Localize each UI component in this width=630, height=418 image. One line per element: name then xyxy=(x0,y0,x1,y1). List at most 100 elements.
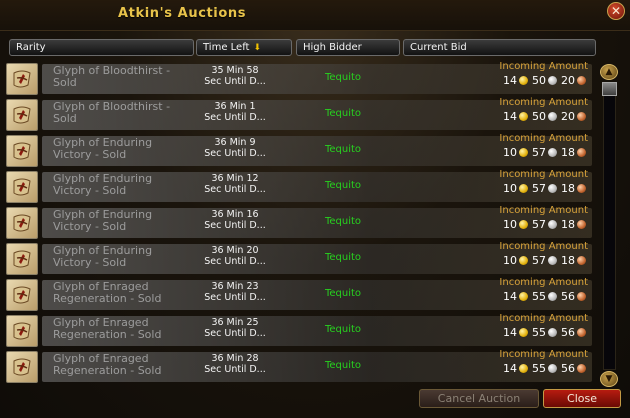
gold-coin-icon xyxy=(519,292,528,301)
glyph-scroll-icon[interactable] xyxy=(6,315,38,347)
scrollbar-thumb[interactable] xyxy=(602,82,617,96)
cancel-auction-button[interactable]: Cancel Auction xyxy=(419,389,539,408)
incoming-amount-label: Incoming Amount xyxy=(499,205,588,216)
high-bidder: Tequito xyxy=(324,144,362,155)
time-left: 36 Min 1 Sec Until D... xyxy=(204,101,266,123)
incoming-amount-label: Incoming Amount xyxy=(499,241,588,252)
item-name: Glyph of Enduring Victory - Sold xyxy=(53,172,153,197)
table-row[interactable]: Glyph of Enduring Victory - Sold 36 Min 9… xyxy=(0,133,630,168)
copper-coin-icon xyxy=(577,292,586,301)
high-bidder: Tequito xyxy=(324,180,362,191)
title-bar[interactable]: Atkin's Auctions ✕ xyxy=(0,0,630,31)
table-row[interactable]: Glyph of Bloodthirst - Sold 36 Min 1 Sec … xyxy=(0,97,630,132)
high-bidder: Tequito xyxy=(324,324,362,335)
silver-amount: 55 xyxy=(532,362,546,375)
scrollbar-track[interactable] xyxy=(603,82,616,370)
gold-amount: 10 xyxy=(503,218,517,231)
copper-amount: 20 xyxy=(561,110,575,123)
column-header-label: Time Left xyxy=(203,42,250,53)
copper-coin-icon xyxy=(577,256,586,265)
item-name: Glyph of Bloodthirst - Sold xyxy=(53,64,171,89)
time-left: 36 Min 28 Sec Until D... xyxy=(204,353,266,375)
silver-amount: 57 xyxy=(532,218,546,231)
column-header-time-left[interactable]: Time Left ⬇ xyxy=(196,39,292,56)
gold-coin-icon xyxy=(519,112,528,121)
gold-coin-icon xyxy=(519,328,528,337)
table-row[interactable]: Glyph of Enduring Victory - Sold 36 Min 1… xyxy=(0,205,630,240)
silver-amount: 50 xyxy=(532,110,546,123)
silver-coin-icon xyxy=(548,184,557,193)
gold-coin-icon xyxy=(519,148,528,157)
item-name: Glyph of Bloodthirst - Sold xyxy=(53,100,171,125)
silver-amount: 50 xyxy=(532,74,546,87)
scroll-down-icon[interactable]: ▼ xyxy=(600,371,618,387)
table-row[interactable]: Glyph of Enraged Regeneration - Sold 36 M… xyxy=(0,349,630,384)
silver-coin-icon xyxy=(548,328,557,337)
silver-coin-icon xyxy=(548,256,557,265)
time-left: 36 Min 23 Sec Until D... xyxy=(204,281,266,303)
table-row[interactable]: Glyph of Bloodthirst - Sold 35 Min 58 Sec… xyxy=(0,61,630,96)
incoming-amount-label: Incoming Amount xyxy=(499,349,588,360)
silver-coin-icon xyxy=(548,292,557,301)
gold-coin-icon xyxy=(519,256,528,265)
item-name: Glyph of Enraged Regeneration - Sold xyxy=(53,280,162,305)
column-header-label: High Bidder xyxy=(303,42,362,53)
current-bid: 14 50 20 xyxy=(470,74,590,88)
copper-amount: 56 xyxy=(561,326,575,339)
glyph-scroll-icon[interactable] xyxy=(6,243,38,275)
silver-coin-icon xyxy=(548,148,557,157)
gold-amount: 10 xyxy=(503,146,517,159)
incoming-amount-label: Incoming Amount xyxy=(499,313,588,324)
gold-amount: 14 xyxy=(503,290,517,303)
time-left: 36 Min 9 Sec Until D... xyxy=(204,137,266,159)
glyph-scroll-icon[interactable] xyxy=(6,63,38,95)
time-left: 36 Min 16 Sec Until D... xyxy=(204,209,266,231)
column-header-high-bidder[interactable]: High Bidder xyxy=(296,39,400,56)
column-header-rarity[interactable]: Rarity xyxy=(9,39,194,56)
table-row[interactable]: Glyph of Enduring Victory - Sold 36 Min 2… xyxy=(0,241,630,276)
high-bidder: Tequito xyxy=(324,288,362,299)
scrollbar[interactable]: ▲ ▼ xyxy=(598,64,622,388)
incoming-amount-label: Incoming Amount xyxy=(499,169,588,180)
glyph-scroll-icon[interactable] xyxy=(6,351,38,383)
table-row[interactable]: Glyph of Enduring Victory - Sold 36 Min 1… xyxy=(0,169,630,204)
silver-coin-icon xyxy=(548,112,557,121)
table-row[interactable]: Glyph of Enraged Regeneration - Sold 36 M… xyxy=(0,277,630,312)
high-bidder: Tequito xyxy=(324,252,362,263)
copper-amount: 18 xyxy=(561,182,575,195)
table-row[interactable]: Glyph of Enraged Regeneration - Sold 36 M… xyxy=(0,313,630,348)
current-bid: 10 57 18 xyxy=(470,218,590,232)
current-bid: 14 50 20 xyxy=(470,110,590,124)
glyph-scroll-icon[interactable] xyxy=(6,99,38,131)
gold-amount: 14 xyxy=(503,326,517,339)
silver-amount: 57 xyxy=(532,254,546,267)
time-left: 36 Min 25 Sec Until D... xyxy=(204,317,266,339)
copper-coin-icon xyxy=(577,328,586,337)
glyph-scroll-icon[interactable] xyxy=(6,207,38,239)
copper-coin-icon xyxy=(577,220,586,229)
close-icon[interactable]: ✕ xyxy=(607,2,625,20)
item-name: Glyph of Enduring Victory - Sold xyxy=(53,244,153,269)
silver-coin-icon xyxy=(548,220,557,229)
time-left: 36 Min 12 Sec Until D... xyxy=(204,173,266,195)
scroll-up-icon[interactable]: ▲ xyxy=(600,64,618,80)
sort-arrow-icon: ⬇ xyxy=(253,43,262,53)
incoming-amount-label: Incoming Amount xyxy=(499,61,588,72)
gold-coin-icon xyxy=(519,220,528,229)
window-title: Atkin's Auctions xyxy=(118,6,247,21)
copper-amount: 18 xyxy=(561,146,575,159)
silver-coin-icon xyxy=(548,76,557,85)
gold-coin-icon xyxy=(519,364,528,373)
close-button[interactable]: Close xyxy=(543,389,621,408)
column-header-current-bid[interactable]: Current Bid xyxy=(403,39,596,56)
glyph-scroll-icon[interactable] xyxy=(6,279,38,311)
time-left: 36 Min 20 Sec Until D... xyxy=(204,245,266,267)
glyph-scroll-icon[interactable] xyxy=(6,135,38,167)
incoming-amount-label: Incoming Amount xyxy=(499,97,588,108)
incoming-amount-label: Incoming Amount xyxy=(499,133,588,144)
high-bidder: Tequito xyxy=(324,108,362,119)
column-header-label: Rarity xyxy=(16,42,46,53)
glyph-scroll-icon[interactable] xyxy=(6,171,38,203)
gold-amount: 14 xyxy=(503,110,517,123)
gold-coin-icon xyxy=(519,76,528,85)
